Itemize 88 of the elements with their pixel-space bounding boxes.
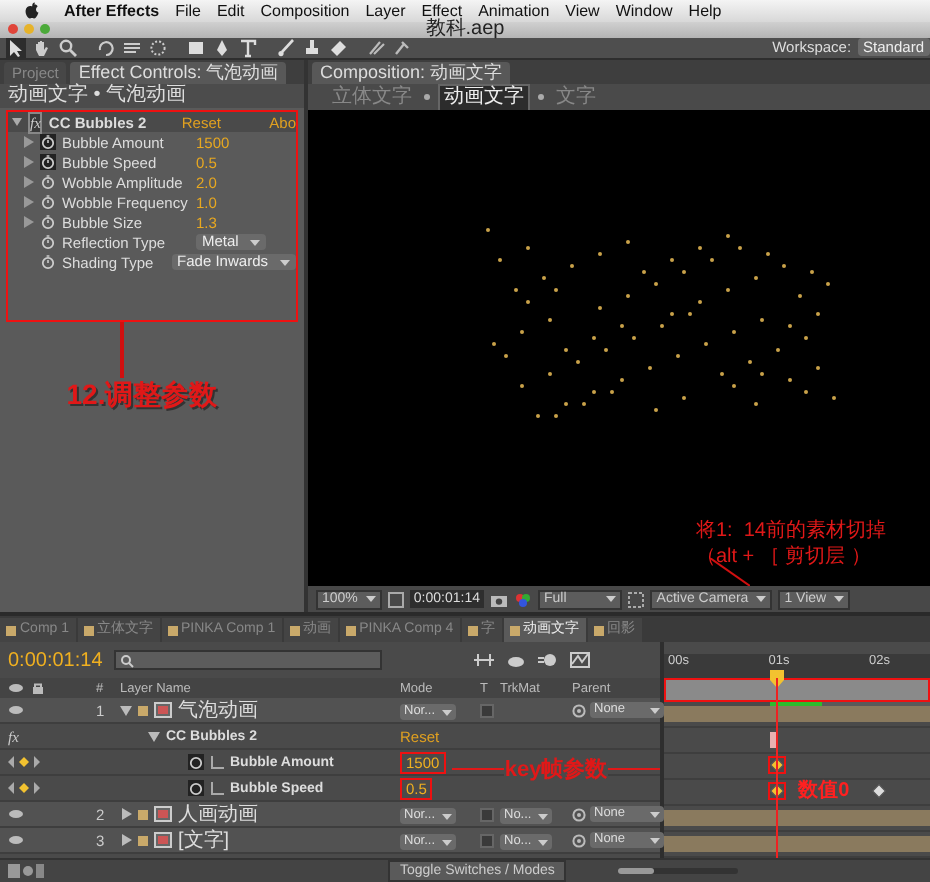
composition-tab[interactable]: Composition: 动画文字	[312, 62, 511, 84]
layer-name[interactable]: 人画动画	[178, 800, 258, 828]
layer-name[interactable]: 气泡动画	[178, 696, 258, 724]
window-title: 教科.aep	[425, 18, 505, 41]
menu-item[interactable]: Layer	[365, 0, 406, 22]
menu-item[interactable]: View	[565, 0, 600, 22]
stamp-icon[interactable]	[302, 37, 322, 58]
expanded-triangle-icon[interactable]	[12, 118, 22, 126]
annotation-text: key帧参数	[504, 754, 608, 784]
annotation-text: （alt + ［ 剪切层 ）	[695, 544, 871, 570]
stopwatch-icon[interactable]	[40, 174, 56, 190]
search-icon	[120, 653, 135, 667]
dropdown-caret-icon	[441, 709, 452, 715]
panel-tab[interactable]: Effect Controls: 气泡动画	[70, 62, 287, 84]
preserve-transparency-checkbox[interactable]	[480, 703, 494, 717]
dropdown-caret-icon	[649, 837, 660, 843]
breadcrumb-item[interactable]: 立体文字	[328, 85, 416, 109]
keyframe-icon[interactable]	[871, 784, 886, 798]
dotted-circle-icon[interactable]	[148, 37, 168, 58]
stopwatch-icon[interactable]	[40, 254, 56, 270]
dropdown-caret-icon	[537, 813, 548, 819]
rotate-icon[interactable]	[96, 37, 116, 58]
playhead-line[interactable]	[775, 678, 778, 858]
dropdown-caret-icon	[280, 259, 290, 265]
parent-pick-whip-icon[interactable]	[572, 703, 586, 717]
composition-icon	[154, 702, 172, 718]
stopwatch-icon[interactable]	[40, 234, 56, 250]
menu-item[interactable]: After Effects	[64, 0, 160, 22]
keyframe-icon[interactable]	[770, 784, 785, 798]
keyframe-navigator-icon[interactable]	[8, 756, 40, 768]
apple-logo-icon[interactable]	[24, 2, 40, 20]
dropdown-caret-icon	[537, 839, 548, 845]
expanded-triangle-icon[interactable]	[148, 730, 160, 742]
expanded-triangle-icon[interactable]	[120, 704, 132, 716]
keyframe-icon[interactable]	[770, 758, 785, 772]
annotation-text: 12.调整参数	[66, 378, 218, 414]
motion-blur-icon[interactable]	[538, 652, 559, 668]
menu-item[interactable]: Window	[615, 0, 673, 22]
zoom-icon[interactable]	[58, 37, 78, 58]
current-time-indicator-icon[interactable]	[769, 670, 784, 688]
text-tool-icon[interactable]	[238, 37, 258, 58]
preserve-transparency-checkbox[interactable]	[480, 807, 494, 821]
lock-icon	[32, 682, 44, 694]
annotation-text: 将1: 14前的素材切掉	[695, 518, 886, 544]
layer-name[interactable]: [文字]	[178, 826, 230, 854]
dropdown-caret-icon	[649, 707, 660, 713]
color-channels-icon[interactable]	[514, 591, 532, 607]
breadcrumb-item[interactable]: 文字	[552, 85, 600, 109]
breadcrumb-text: 动画文字 • 气泡动画	[0, 84, 304, 108]
dropdown-caret-icon	[441, 813, 452, 819]
preserve-transparency-checkbox[interactable]	[480, 833, 494, 847]
graph-editor-icon[interactable]	[570, 652, 591, 668]
menu-item[interactable]: File	[175, 0, 201, 22]
leader-line	[607, 767, 661, 771]
menu-item[interactable]: Edit	[216, 0, 245, 22]
keyframe-navigator-icon[interactable]	[8, 782, 40, 794]
stopwatch-on-icon[interactable]	[40, 134, 56, 150]
annotation-text: 数值0	[794, 780, 854, 804]
dropdown-caret-icon	[606, 596, 617, 602]
search-field[interactable]	[114, 650, 383, 670]
region-icon[interactable]	[628, 591, 645, 607]
camera-icon[interactable]	[490, 591, 508, 607]
dropdown-caret-icon	[365, 596, 376, 602]
stopwatch-on-icon[interactable]	[40, 154, 56, 170]
zoom-slider[interactable]	[618, 868, 655, 874]
leader-line	[120, 322, 124, 378]
close-window-icon[interactable]	[8, 24, 18, 35]
dropdown-caret-icon	[834, 596, 845, 602]
leader-line	[452, 767, 505, 771]
menu-item[interactable]: Composition	[260, 0, 350, 22]
dropdown-caret-icon	[649, 811, 660, 817]
stopwatch-icon[interactable]	[40, 194, 56, 210]
selection-arrow-icon[interactable]	[6, 37, 26, 58]
breadcrumb-item[interactable]: 动画文字	[438, 83, 530, 111]
collapsed-triangle-icon[interactable]	[120, 808, 132, 820]
current-time-display[interactable]: 0:00:01:14	[8, 649, 103, 671]
stopwatch-on-icon[interactable]	[188, 780, 204, 796]
menu-item[interactable]: Help	[688, 0, 722, 22]
collapsed-triangle-icon[interactable]	[120, 834, 132, 846]
stopwatch-on-icon[interactable]	[188, 754, 204, 770]
brush-icon[interactable]	[276, 37, 296, 58]
dropdown-caret-icon	[756, 596, 767, 602]
rectangle-icon[interactable]	[186, 37, 206, 58]
dropdown-caret-icon	[441, 839, 452, 845]
stopwatch-icon[interactable]	[40, 214, 56, 230]
dropdown-caret-icon	[250, 239, 261, 245]
hand-icon[interactable]	[32, 37, 52, 58]
menu-item[interactable]: Animation	[478, 0, 550, 22]
